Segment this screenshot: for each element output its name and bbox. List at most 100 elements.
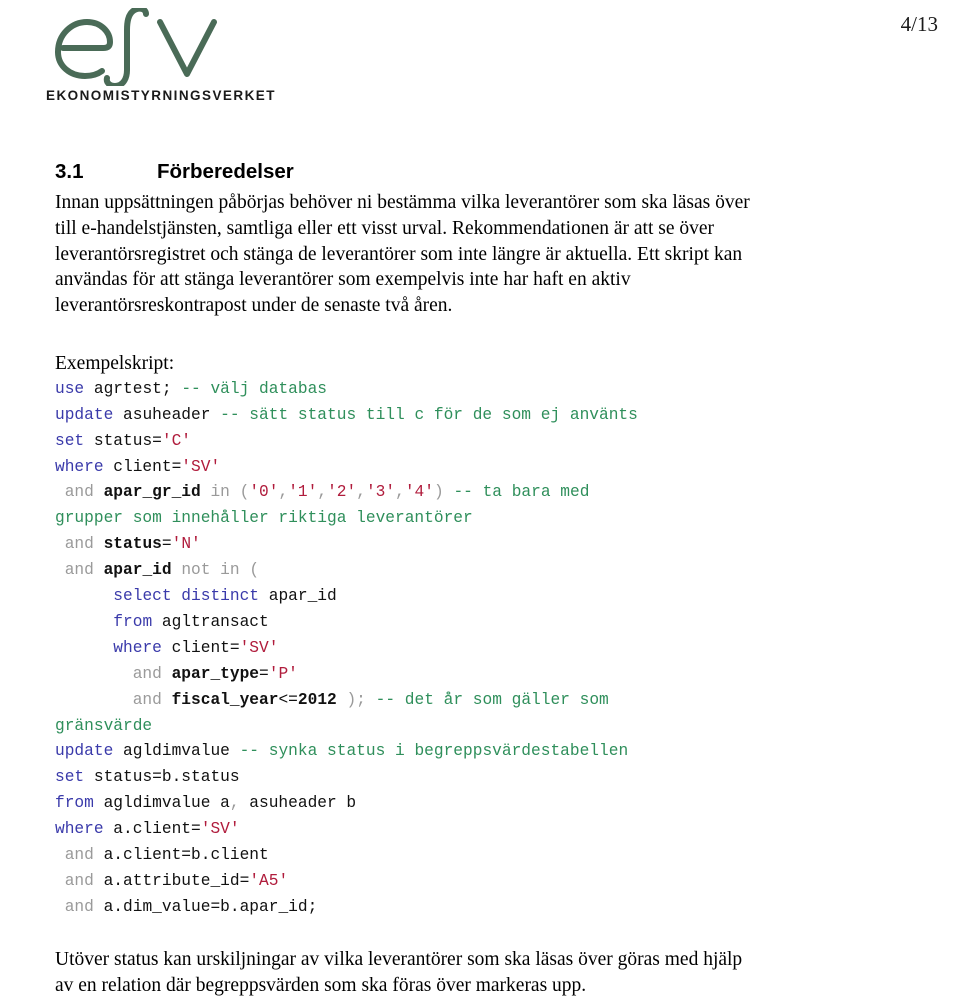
code-line: set status='C' — [55, 429, 755, 455]
code-token: and — [64, 897, 94, 916]
code-line: update agldimvalue -- synka status i beg… — [55, 739, 755, 765]
code-line: where a.client='SV' — [55, 817, 755, 843]
code-line: grupper som innehåller riktiga leverantö… — [55, 506, 755, 532]
code-token: -- välj databas — [181, 379, 328, 398]
code-line: select distinct apar_id — [55, 584, 755, 610]
esv-logo-icon — [55, 8, 217, 86]
code-token: apar_type — [171, 664, 260, 683]
code-token: , — [229, 794, 240, 813]
code-token: ( — [239, 483, 250, 502]
code-token: asuheader — [113, 405, 221, 424]
code-token: ( — [249, 561, 260, 580]
outro-paragraph: Utöver status kan urskiljningar av vilka… — [55, 948, 743, 996]
script-label: Exempelskript: — [55, 352, 175, 374]
code-line: update asuheader -- sätt status till c f… — [55, 403, 755, 429]
code-line: and a.client=b.client — [55, 843, 755, 869]
code-token: a.dim_value=b.apar_id; — [103, 897, 318, 916]
code-token: fiscal_year — [171, 690, 279, 709]
code-token: 'C' — [161, 431, 192, 450]
code-token: a.attribute_id= — [103, 872, 250, 890]
code-line: from agldimvalue a, asuheader b — [55, 791, 755, 817]
code-token: ); — [346, 690, 366, 709]
code-line: use agrtest; -- välj databas — [55, 377, 755, 403]
code-token: and — [64, 483, 94, 502]
code-token: 'P' — [268, 664, 298, 683]
code-token: '3' — [365, 483, 396, 502]
intro-paragraph: Innan uppsättningen påbörjas behöver ni … — [55, 192, 750, 317]
code-line: where client='SV' — [55, 636, 755, 662]
code-token: status — [103, 535, 162, 554]
code-token: client= — [103, 457, 182, 476]
code-token: = — [161, 535, 172, 554]
code-token: 'A5' — [249, 872, 289, 890]
code-token: agldimvalue a — [93, 794, 230, 813]
code-token: '4' — [404, 483, 434, 502]
document-content: 3.1 Förberedelser Innan uppsättningen på… — [55, 160, 755, 998]
code-line: and status='N' — [55, 532, 755, 558]
code-line: and fiscal_year<=2012 ); -- det år som g… — [55, 688, 755, 714]
code-line: from agltransact — [55, 610, 755, 636]
code-token: agldimvalue — [113, 742, 240, 761]
code-token: grupper som innehåller riktiga leverantö… — [55, 509, 473, 528]
code-token: asuheader b — [239, 794, 357, 813]
code-token: not in — [181, 561, 240, 580]
code-token: = — [259, 664, 269, 683]
code-token: 'N' — [171, 535, 201, 554]
organization-logo: EKONOMISTYRNINGSVERKET — [46, 8, 276, 103]
section-number: 3.1 — [55, 160, 84, 183]
code-line: and apar_type='P' — [55, 662, 755, 688]
code-token: agltransact — [152, 612, 269, 631]
code-token: <= — [278, 690, 298, 709]
section-heading: 3.1 Förberedelser — [55, 160, 755, 184]
code-token: a.client= — [103, 820, 201, 839]
code-token: where — [55, 457, 104, 476]
code-token: and — [132, 664, 162, 683]
code-token: a.client=b.client — [103, 846, 269, 865]
code-token: 'SV' — [181, 457, 221, 476]
logo-wordmark: EKONOMISTYRNINGSVERKET — [46, 88, 276, 103]
code-token: -- sätt status till c för de som ej anvä… — [220, 405, 638, 424]
code-token: in — [210, 483, 230, 502]
code-token: gränsvärde — [55, 716, 153, 735]
code-token: from — [55, 794, 94, 813]
code-token: , — [395, 483, 405, 502]
code-token: , — [278, 483, 289, 502]
code-token: '0' — [249, 483, 279, 502]
code-token: -- synka status i begreppsvärdestabellen — [239, 742, 629, 761]
code-line: gränsvärde — [55, 714, 755, 740]
code-token: select distinct — [113, 587, 260, 606]
sql-code-block: use agrtest; -- välj databas update asuh… — [55, 377, 755, 921]
code-token: and — [132, 690, 162, 709]
code-token: update — [55, 405, 114, 424]
code-token: apar_id — [259, 587, 337, 606]
code-token: -- det år som gäller som — [375, 690, 609, 709]
page-header: EKONOMISTYRNINGSVERKET 4/13 — [0, 0, 960, 130]
code-token: client= — [161, 638, 240, 657]
code-token: use — [55, 379, 85, 398]
code-token: set — [55, 768, 85, 787]
page-number: 4/13 — [900, 12, 938, 36]
code-token: -- ta bara med — [453, 483, 590, 502]
code-line: and a.dim_value=b.apar_id; — [55, 895, 755, 921]
code-line: and a.attribute_id='A5' — [55, 869, 755, 895]
code-token: and — [64, 561, 94, 580]
